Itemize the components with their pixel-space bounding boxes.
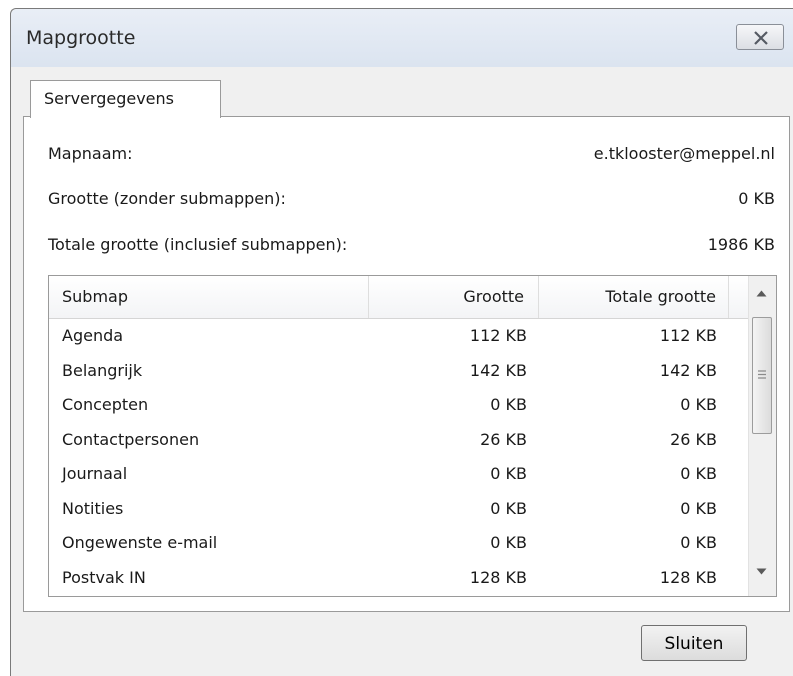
cell-submap: Belangrijk xyxy=(62,360,143,380)
cell-totale-grootte: 128 KB xyxy=(659,567,717,587)
close-icon xyxy=(754,31,768,45)
title-bar[interactable]: Mapgrootte xyxy=(11,9,793,67)
cell-totale-grootte: 26 KB xyxy=(670,429,717,449)
column-header-grootte[interactable]: Grootte xyxy=(369,276,539,318)
cell-grootte: 0 KB xyxy=(490,395,527,414)
sluiten-button[interactable]: Sluiten xyxy=(641,625,747,661)
cell-totale-grootte: 0 KB xyxy=(680,464,717,483)
cell-grootte: 128 KB xyxy=(469,567,527,587)
list-item[interactable]: Contactpersonen 26 KB 26 KB xyxy=(49,423,759,458)
folder-name-label: Mapnaam: xyxy=(48,144,133,163)
cell-submap: Agenda xyxy=(62,326,124,345)
list-item[interactable]: Belangrijk 142 KB 142 KB xyxy=(49,354,759,389)
cell-totale-grootte: 0 KB xyxy=(680,533,717,552)
scroll-grip-icon xyxy=(758,370,766,379)
list-body: Agenda 112 KB 112 KB Belangrijk 142 KB 1… xyxy=(49,319,759,596)
cell-totale-grootte: 0 KB xyxy=(680,395,717,414)
cell-grootte: 142 KB xyxy=(469,360,527,380)
cell-submap: Journaal xyxy=(62,464,128,483)
cell-submap: Concepten xyxy=(62,395,149,414)
cell-submap: Contactpersonen xyxy=(62,429,200,449)
list-item[interactable]: Ongewenste e-mail 0 KB 0 KB xyxy=(49,526,759,561)
cell-totale-grootte: 142 KB xyxy=(659,360,717,380)
scroll-up-arrow-icon[interactable] xyxy=(756,290,767,297)
column-header-totale-grootte[interactable]: Totale grootte xyxy=(539,276,729,318)
total-size-value: 1986 KB xyxy=(707,235,775,254)
cell-submap: Ongewenste e-mail xyxy=(62,533,218,552)
size-label: Grootte (zonder submappen): xyxy=(48,189,286,208)
cell-grootte: 0 KB xyxy=(490,464,527,483)
cell-grootte: 112 KB xyxy=(469,326,527,345)
folder-name-value: e.tklooster@meppel.nl xyxy=(593,144,775,163)
vertical-scrollbar[interactable] xyxy=(748,276,776,596)
cell-submap: Notities xyxy=(62,498,124,518)
cell-totale-grootte: 112 KB xyxy=(659,326,717,345)
list-item[interactable]: Concepten 0 KB 0 KB xyxy=(49,388,759,423)
scroll-down-arrow-icon[interactable] xyxy=(756,568,767,575)
total-size-label: Totale grootte (inclusief submappen): xyxy=(48,235,348,254)
list-header: Submap Grootte Totale grootte xyxy=(49,276,759,319)
dialog-window: Mapgrootte Servergegevens Mapnaam: e.tkl… xyxy=(10,8,793,676)
submap-list[interactable]: Submap Grootte Totale grootte Agenda 112… xyxy=(48,275,777,597)
column-header-submap[interactable]: Submap xyxy=(49,276,369,318)
window-title: Mapgrootte xyxy=(26,27,136,49)
cell-submap: Postvak IN xyxy=(62,567,146,587)
cell-grootte: 0 KB xyxy=(490,498,527,518)
list-item[interactable]: Postvak IN 128 KB 128 KB xyxy=(49,561,759,596)
size-value: 0 KB xyxy=(738,189,775,208)
close-button[interactable] xyxy=(736,24,784,50)
list-item[interactable]: Agenda 112 KB 112 KB xyxy=(49,319,759,354)
tab-servergegevens[interactable]: Servergegevens xyxy=(30,80,221,118)
scroll-thumb[interactable] xyxy=(752,317,772,434)
cell-totale-grootte: 0 KB xyxy=(680,498,717,518)
list-item[interactable]: Journaal 0 KB 0 KB xyxy=(49,457,759,492)
cell-grootte: 26 KB xyxy=(480,429,527,449)
cell-grootte: 0 KB xyxy=(490,533,527,552)
list-item[interactable]: Notities 0 KB 0 KB xyxy=(49,492,759,527)
tab-panel: Mapnaam: e.tklooster@meppel.nl Grootte (… xyxy=(23,116,790,612)
